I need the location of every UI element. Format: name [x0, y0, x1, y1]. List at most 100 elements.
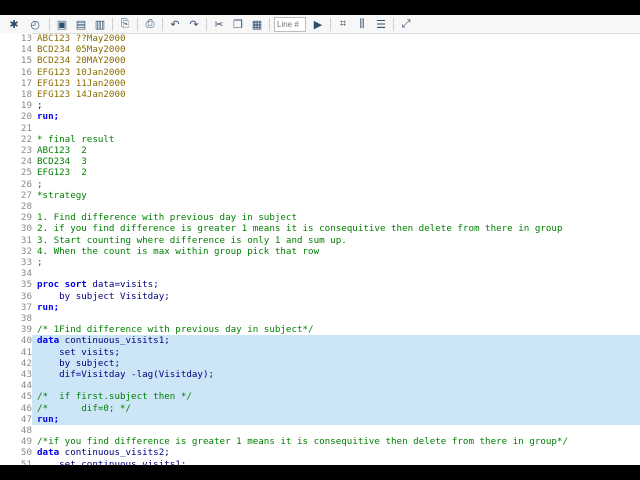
format-icon[interactable]: ⌗ [335, 16, 351, 32]
code-token: EFG123 10Jan2000 [37, 66, 126, 78]
toolbar-divider [137, 17, 138, 31]
code-line[interactable]: 36 by subject Visitday; [0, 290, 640, 302]
line-number: 39 [0, 324, 32, 336]
editor-window: ✱ ◴ ▣ ▤ ▥ ⎘ ⎙ ↶ ↷ ✂ ❐ ▦ ▶ ⌗ ⫼ ☰ ⤢ 13 ABC1… [0, 15, 640, 465]
split-icon[interactable]: ⫼ [354, 16, 370, 32]
code-text: EFG123 2 [37, 167, 87, 178]
line-number: 37 [0, 301, 32, 313]
code-text: ; [37, 179, 43, 190]
code-text: BCD234 05May2000 [37, 44, 126, 55]
line-number: 42 [0, 357, 32, 369]
toolbar-divider [112, 17, 113, 31]
code-line[interactable]: 28 [0, 201, 640, 213]
code-line[interactable]: 30 2. if you find difference is greater 1… [0, 223, 640, 235]
code-text: EFG123 14Jan2000 [37, 89, 126, 100]
code-line[interactable]: 44 [0, 380, 640, 392]
code-line[interactable]: 38 [0, 313, 640, 325]
line-number: 36 [0, 290, 32, 302]
code-line[interactable]: 41 set visits; [0, 346, 640, 358]
code-token: subject Visitday; [75, 290, 170, 302]
save-program-icon[interactable]: ▥ [92, 16, 108, 32]
go-icon[interactable]: ▶ [310, 16, 326, 32]
code-line[interactable]: 15 BCD234 20MAY2000 [0, 55, 640, 67]
line-number: 35 [0, 279, 32, 291]
code-line[interactable]: 13 ABC123 ??May2000 [0, 33, 640, 45]
code-line[interactable]: 48 [0, 425, 640, 437]
code-line[interactable]: 49 /*if you find difference is greater 1 … [0, 436, 640, 448]
code-line[interactable]: 22 * final result [0, 133, 640, 145]
code-line[interactable]: 42 by subject; [0, 357, 640, 369]
line-number: 29 [0, 212, 32, 224]
export-icon[interactable]: ⎘ [117, 16, 133, 32]
code-line[interactable]: 34 [0, 268, 640, 280]
undo-icon[interactable]: ↶ [167, 16, 183, 32]
code-line[interactable]: 23 ABC123 2 [0, 145, 640, 157]
code-line[interactable]: 31 3. Start counting where difference is … [0, 234, 640, 246]
code-line[interactable]: 46 /* dif=0; */ [0, 402, 640, 414]
code-line[interactable]: 32 4. When the count is max within group … [0, 245, 640, 257]
line-number: 30 [0, 223, 32, 235]
code-line[interactable]: 37 run; [0, 301, 640, 313]
code-token: ; [37, 178, 43, 190]
copy-icon[interactable]: ❐ [230, 16, 246, 32]
code-token: set [37, 458, 82, 465]
maximize-icon[interactable]: ⤢ [398, 16, 414, 32]
print-icon[interactable]: ⎙ [142, 16, 158, 32]
code-text: EFG123 10Jan2000 [37, 67, 126, 78]
code-token: ; [37, 100, 43, 112]
code-token: proc sort [37, 279, 93, 291]
code-text: run; [37, 302, 59, 313]
code-line[interactable]: 21 [0, 122, 640, 134]
line-number: 23 [0, 145, 32, 157]
recent-icon[interactable]: ◴ [25, 16, 45, 32]
code-line[interactable]: 26; [0, 178, 640, 190]
code-line[interactable]: 43 dif=Visitday -lag(Visitday); [0, 369, 640, 381]
code-token: dif=Visitday -lag(Visitday); [37, 369, 215, 380]
code-line[interactable]: 39 /* 1Find difference with previous day … [0, 324, 640, 336]
code-line[interactable]: 14 BCD234 05May2000 [0, 44, 640, 56]
redo-icon[interactable]: ↷ [186, 16, 202, 32]
code-token: by [37, 290, 76, 302]
code-token: data [37, 335, 65, 347]
code-line[interactable]: 33; [0, 257, 640, 269]
code-token: 3. Start counting where difference is on… [37, 234, 347, 246]
code-token: data [92, 279, 115, 291]
code-token: set [37, 346, 82, 358]
code-token: subject; [75, 357, 120, 369]
code-editor[interactable]: 13 ABC123 ??May2000 14 BCD234 05May2000 15 BC… [0, 33, 640, 465]
paste-icon[interactable]: ▦ [249, 16, 265, 32]
code-line[interactable]: 50 data continuous_visits2; [0, 447, 640, 459]
code-line[interactable]: 45 /* if first.subject then */ [0, 391, 640, 403]
run-icon[interactable]: ✱ [6, 16, 22, 32]
line-number: 40 [0, 335, 32, 347]
toolbar-divider [206, 17, 207, 31]
cut-icon[interactable]: ✂ [211, 16, 227, 32]
code-token: BCD234 3 [37, 156, 87, 168]
save-as-icon[interactable]: ▤ [73, 16, 89, 32]
options-icon[interactable]: ☰ [373, 16, 389, 32]
code-line[interactable]: 40 data continuous_visits1; [0, 335, 640, 347]
code-token: * final result [37, 133, 115, 145]
line-number: 44 [0, 380, 32, 392]
code-token: /*if you find difference is greater 1 me… [37, 436, 569, 448]
code-token: /* 1Find difference with previous day in… [37, 324, 314, 336]
code-line[interactable]: 24 BCD234 3 [0, 156, 640, 168]
code-token: 1. Find difference with previous day in … [37, 212, 297, 224]
code-line[interactable]: 35 proc sort data=visits; [0, 279, 640, 291]
line-number: 51 [0, 458, 32, 465]
code-line[interactable]: 29 1. Find difference with previous day i… [0, 212, 640, 224]
code-line[interactable]: 25 EFG123 2 [0, 167, 640, 179]
code-line[interactable]: 19; [0, 100, 640, 112]
code-line[interactable]: 17 EFG123 11Jan2000 [0, 77, 640, 89]
goto-line-input[interactable] [274, 16, 306, 32]
code-line[interactable]: 16 EFG123 10Jan2000 [0, 66, 640, 78]
toolbar-divider [269, 17, 270, 31]
code-line[interactable]: 20 run; [0, 111, 640, 123]
code-token: *strategy [37, 189, 87, 201]
save-icon[interactable]: ▣ [54, 16, 70, 32]
code-line[interactable]: 18 EFG123 14Jan2000 [0, 89, 640, 101]
code-text: 2. if you find difference is greater 1 m… [37, 223, 562, 234]
code-line[interactable]: 47 run; [0, 413, 640, 425]
code-line[interactable]: 27 *strategy [0, 189, 640, 201]
code-line[interactable]: 51 set continuous_visits1; [0, 458, 640, 465]
